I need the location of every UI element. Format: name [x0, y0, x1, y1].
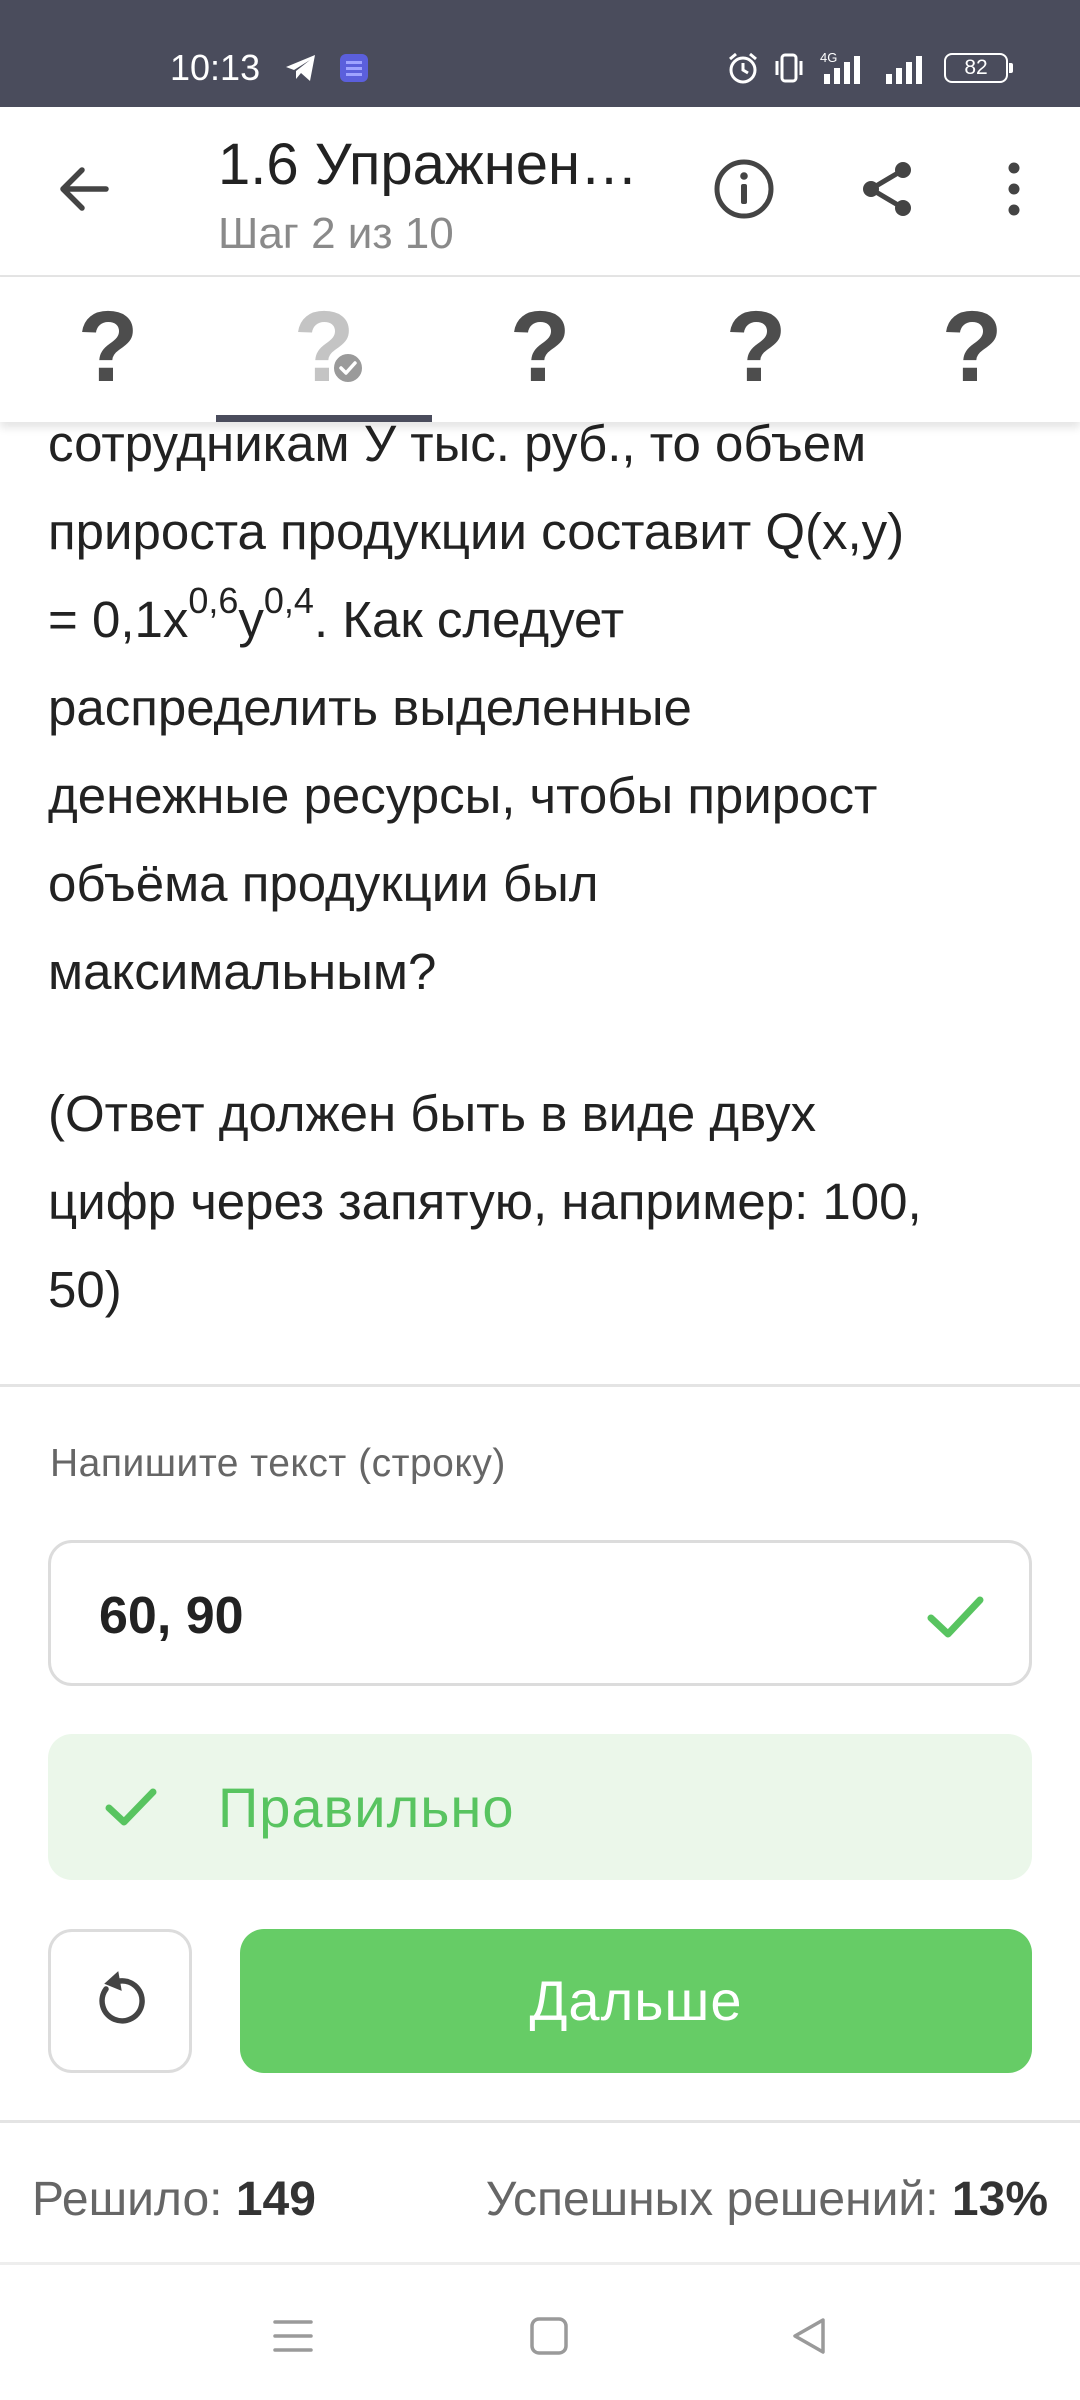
problem-text: сотрудникам У тыс. руб., то объем прирос…	[48, 400, 1038, 1016]
problem-formula-line: = 0,1x0,6y0,4. Как следует	[48, 576, 1038, 664]
system-back-button[interactable]	[774, 2301, 844, 2371]
back-arrow-icon	[60, 167, 109, 211]
active-tab-indicator	[216, 415, 432, 422]
home-button[interactable]	[514, 2301, 584, 2371]
step-tab-mark: ?	[941, 291, 1003, 403]
note-line: (Ответ должен быть в виде двух	[48, 1085, 817, 1142]
signal-4g-icon: 4G	[820, 50, 860, 84]
problem-content: сотрудникам У тыс. руб., то объем прирос…	[0, 400, 1080, 1385]
step-tab-mark: ?	[725, 291, 787, 403]
menu-icon	[273, 2320, 313, 2352]
solved-value: 149	[235, 2173, 316, 2226]
answer-format-note: (Ответ должен быть в виде двух цифр чере…	[48, 1070, 1038, 1334]
step-counter: Шаг 2 из 10	[218, 209, 454, 258]
share-button[interactable]	[850, 151, 926, 227]
network-type-label: 4G	[820, 50, 837, 65]
step-tab-2[interactable]: ?	[216, 277, 432, 422]
more-vertical-icon	[1008, 162, 1020, 216]
home-square-icon	[530, 2317, 568, 2355]
answer-input[interactable]: 60, 90	[48, 1540, 1032, 1686]
formula-exponent-y: 0,4	[263, 580, 314, 621]
lesson-title: 1.6 Упражнен…	[218, 132, 639, 197]
formula-suffix: . Как следует	[313, 591, 625, 648]
success-rate: Успешных решений: 13%	[486, 2170, 1048, 2230]
status-bar: 10:13 4G 82	[0, 0, 1080, 107]
correct-check-icon	[927, 1596, 984, 1638]
battery-indicator: 82	[944, 53, 1013, 83]
triangle-back-icon	[793, 2318, 825, 2354]
answer-value: 60, 90	[99, 1587, 244, 1645]
stats-divider	[0, 2120, 1080, 2123]
more-menu-button[interactable]	[976, 151, 1052, 227]
solved-count: Решило: 149	[32, 2170, 316, 2230]
refresh-icon	[99, 1971, 145, 2024]
step-tabs: ? ? ? ? ?	[0, 277, 1080, 422]
step-tab-4[interactable]: ?	[648, 277, 864, 422]
formula-y: y	[238, 591, 264, 648]
signal-icon	[886, 56, 922, 84]
step-tab-mark: ?	[293, 291, 355, 403]
info-button[interactable]	[706, 151, 782, 227]
note-line: цифр через запятую, например: 100,	[48, 1173, 922, 1230]
success-label: Успешных решений:	[485, 2173, 939, 2226]
vibrate-icon	[775, 53, 803, 83]
solved-check-icon	[332, 352, 364, 384]
note-line: 50)	[48, 1261, 122, 1318]
info-icon	[714, 159, 774, 219]
stats-bar: Решило: 149 Успешных решений: 13%	[0, 2160, 1080, 2230]
correct-result-banner: Правильно	[48, 1734, 1032, 1880]
formula-exponent-x: 0,6	[188, 580, 239, 621]
step-tab-mark: ?	[509, 291, 571, 403]
result-label: Правильно	[218, 1776, 515, 1839]
step-tab-3[interactable]: ?	[432, 277, 648, 422]
step-tab-mark: ?	[77, 291, 139, 403]
system-nav-bar	[0, 2262, 1080, 2400]
success-value: 13%	[951, 2173, 1048, 2226]
check-icon	[105, 1788, 157, 1826]
alarm-icon	[729, 52, 757, 84]
retry-button[interactable]	[48, 1929, 192, 2073]
section-divider	[0, 1384, 1080, 1387]
telegram-icon	[286, 55, 315, 81]
problem-line: прироста продукции составит Q(x,y)	[48, 503, 905, 560]
app-notification-icon	[340, 54, 368, 82]
next-button[interactable]: Дальше	[240, 1929, 1032, 2073]
problem-line: распределить выделенные	[48, 679, 692, 736]
status-time: 10:13	[170, 47, 261, 88]
step-tab-1[interactable]: ?	[0, 277, 216, 422]
share-icon	[863, 162, 911, 216]
formula-prefix: = 0,1x	[48, 591, 189, 648]
answer-input-label: Напишите текст (строку)	[50, 1442, 506, 1485]
app-header: 1.6 Упражнен… Шаг 2 из 10	[0, 107, 1080, 277]
problem-line: денежные ресурсы, чтобы прирост	[48, 767, 878, 824]
problem-line: объёма продукции был	[48, 855, 599, 912]
recent-apps-button[interactable]	[258, 2301, 328, 2371]
solved-label: Решило:	[32, 2173, 223, 2226]
problem-line: максимальным?	[48, 943, 437, 1000]
back-button[interactable]	[48, 153, 120, 225]
step-tab-5[interactable]: ?	[864, 277, 1080, 422]
